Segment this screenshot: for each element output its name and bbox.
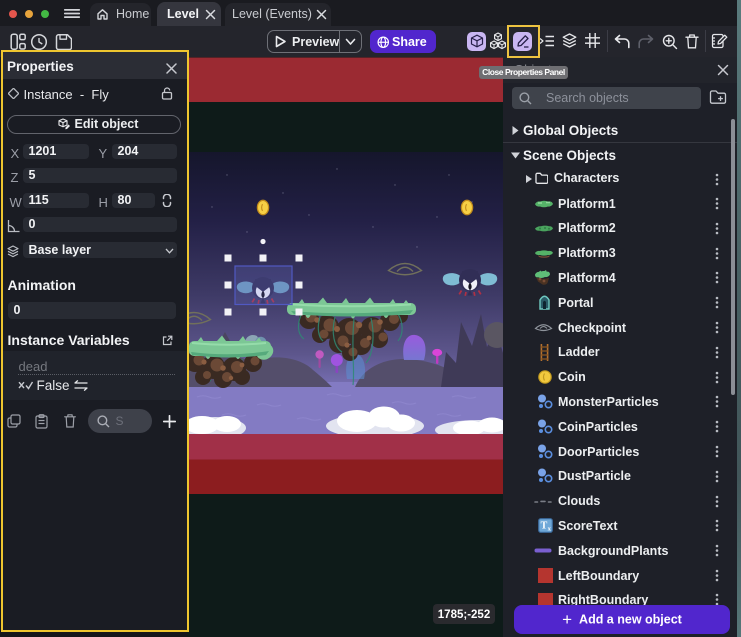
svg-text:1785;-252: 1785;-252 (438, 609, 490, 621)
svg-text:T: T (541, 520, 548, 531)
